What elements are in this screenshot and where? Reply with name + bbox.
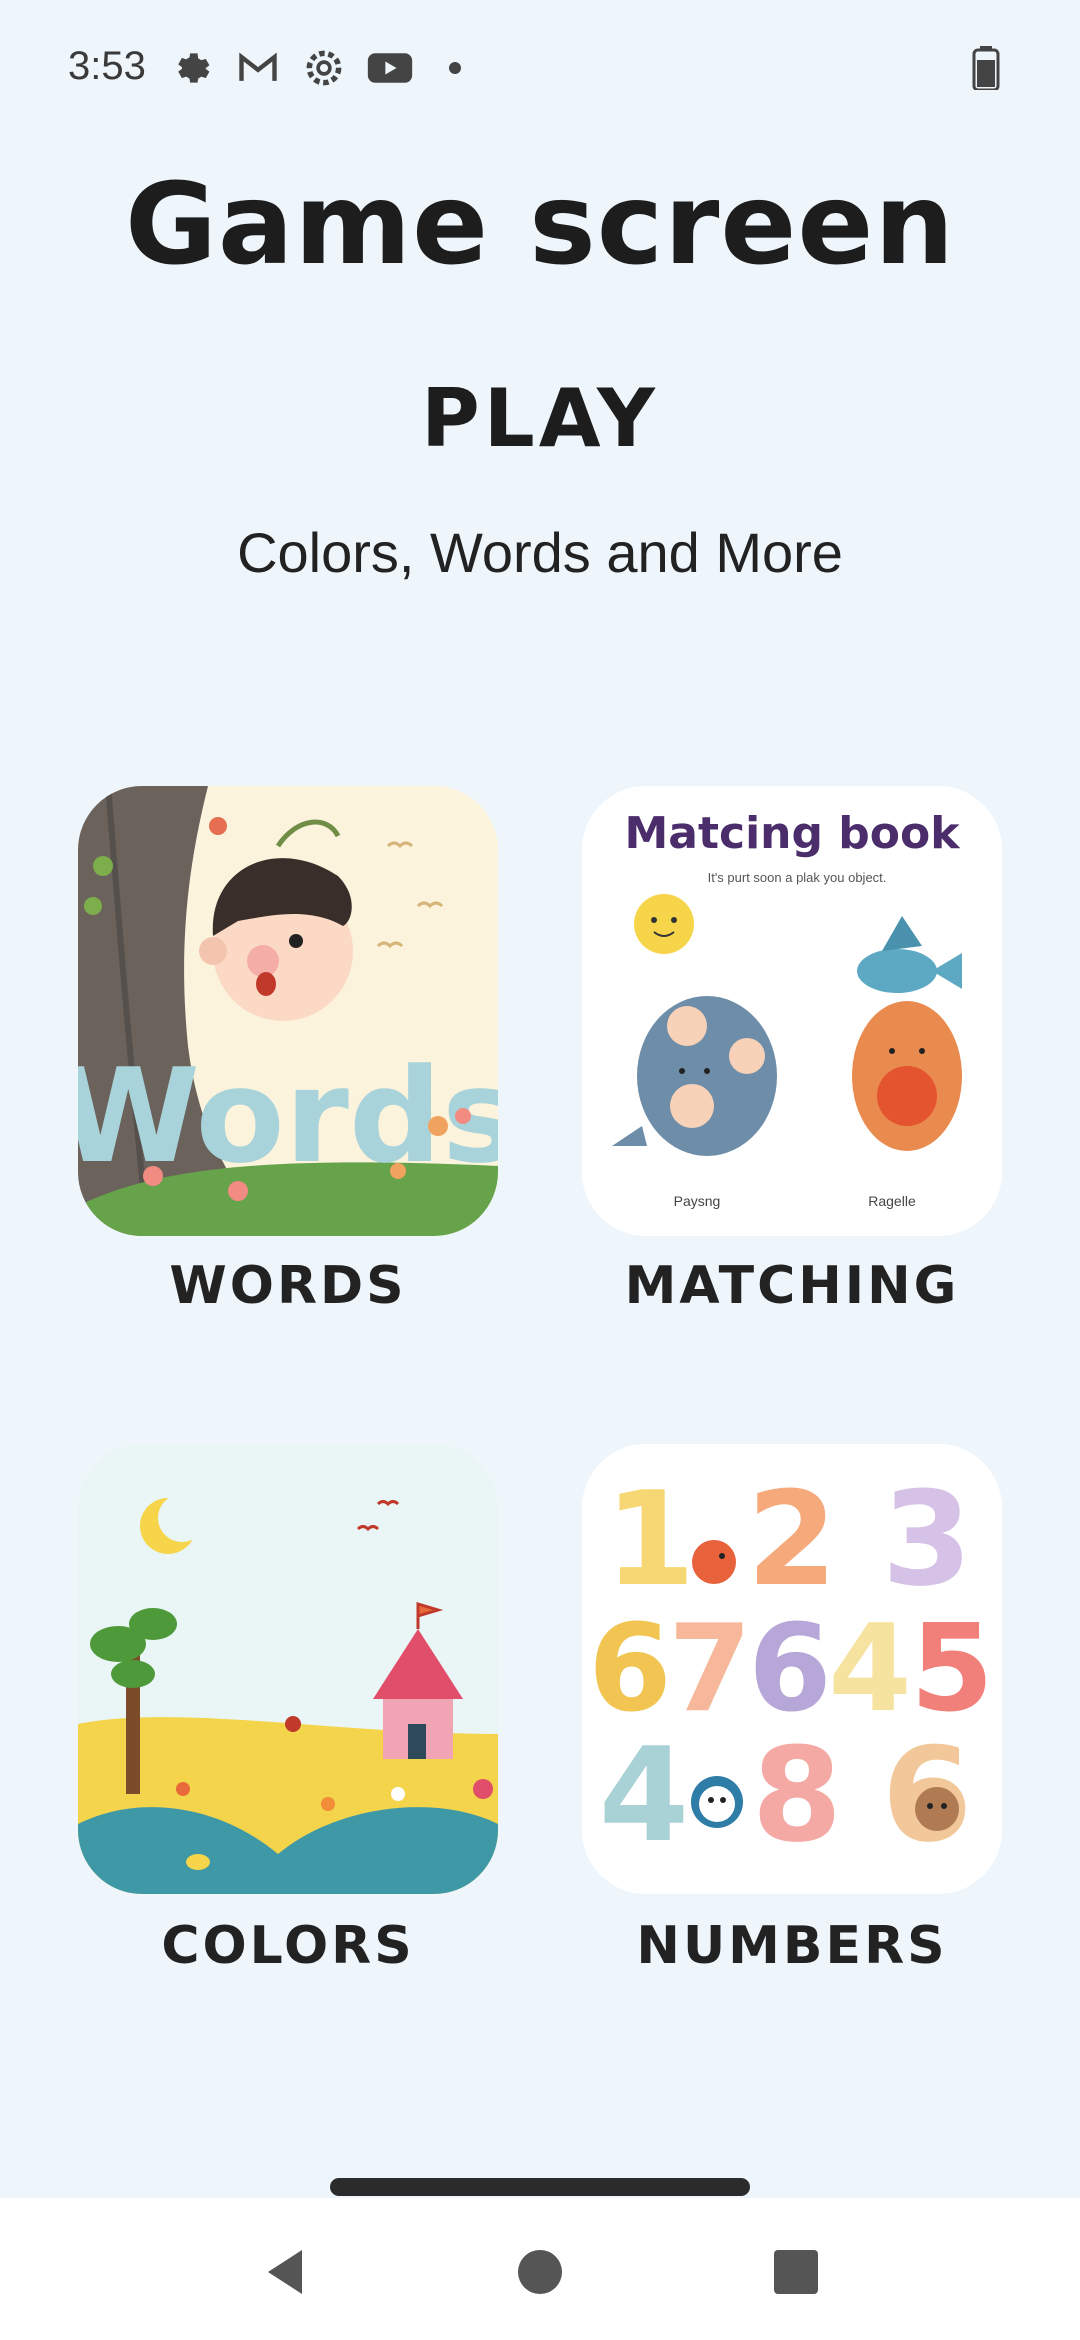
colors-label[interactable]: COLORS: [78, 1916, 498, 1976]
numbers-digit: 3: [882, 1463, 972, 1615]
youtube-icon: [367, 53, 413, 83]
battery-icon: [972, 46, 1000, 90]
words-card-image: Words: [78, 786, 498, 1236]
words-game-card[interactable]: Words: [78, 786, 498, 1236]
words-image-text: Words: [78, 1040, 498, 1192]
settings-gear-icon: [306, 50, 342, 86]
settings-gear-icon: [178, 53, 210, 83]
numbers-game-card[interactable]: 1 2 3 6 7 6 4 5 4 8 6: [582, 1444, 1002, 1894]
numbers-label[interactable]: NUMBERS: [582, 1916, 1002, 1976]
matching-image-title: Matcing book: [624, 808, 961, 859]
play-heading: PLAY: [421, 372, 659, 465]
status-bar: 3:53: [0, 0, 1080, 140]
matching-game-card[interactable]: Matcing book It's purt soon a plak you o…: [582, 786, 1002, 1236]
numbers-card-image: 1 2 3 6 7 6 4 5 4 8 6: [582, 1444, 1002, 1894]
numbers-digit: 1: [605, 1463, 695, 1615]
numbers-digit: 4: [599, 1719, 689, 1871]
home-icon[interactable]: [512, 2244, 568, 2300]
navigation-bar: [0, 2198, 1080, 2340]
tagline: Colors, Words and More: [237, 521, 843, 584]
gmail-icon: [239, 52, 277, 81]
back-icon[interactable]: [258, 2244, 314, 2300]
numbers-digit: 2: [747, 1463, 837, 1615]
matching-image-caption: It's purt soon a plak you object.: [708, 870, 887, 885]
colors-game-card[interactable]: [78, 1444, 498, 1894]
matching-card-image: Matcing book It's purt soon a plak you o…: [582, 786, 1002, 1236]
home-indicator[interactable]: [330, 2178, 750, 2196]
matching-right-name: Ragelle: [868, 1193, 916, 1209]
status-time: 3:53: [68, 44, 146, 88]
matching-left-name: Paysng: [674, 1193, 721, 1209]
page-title: Game screen: [124, 160, 956, 290]
words-label[interactable]: WORDS: [78, 1256, 498, 1316]
recents-icon[interactable]: [768, 2244, 824, 2300]
numbers-digit: 8: [752, 1719, 842, 1871]
colors-card-image: [78, 1444, 498, 1894]
matching-label[interactable]: MATCHING: [582, 1256, 1002, 1316]
notification-dot-icon: [449, 62, 461, 74]
